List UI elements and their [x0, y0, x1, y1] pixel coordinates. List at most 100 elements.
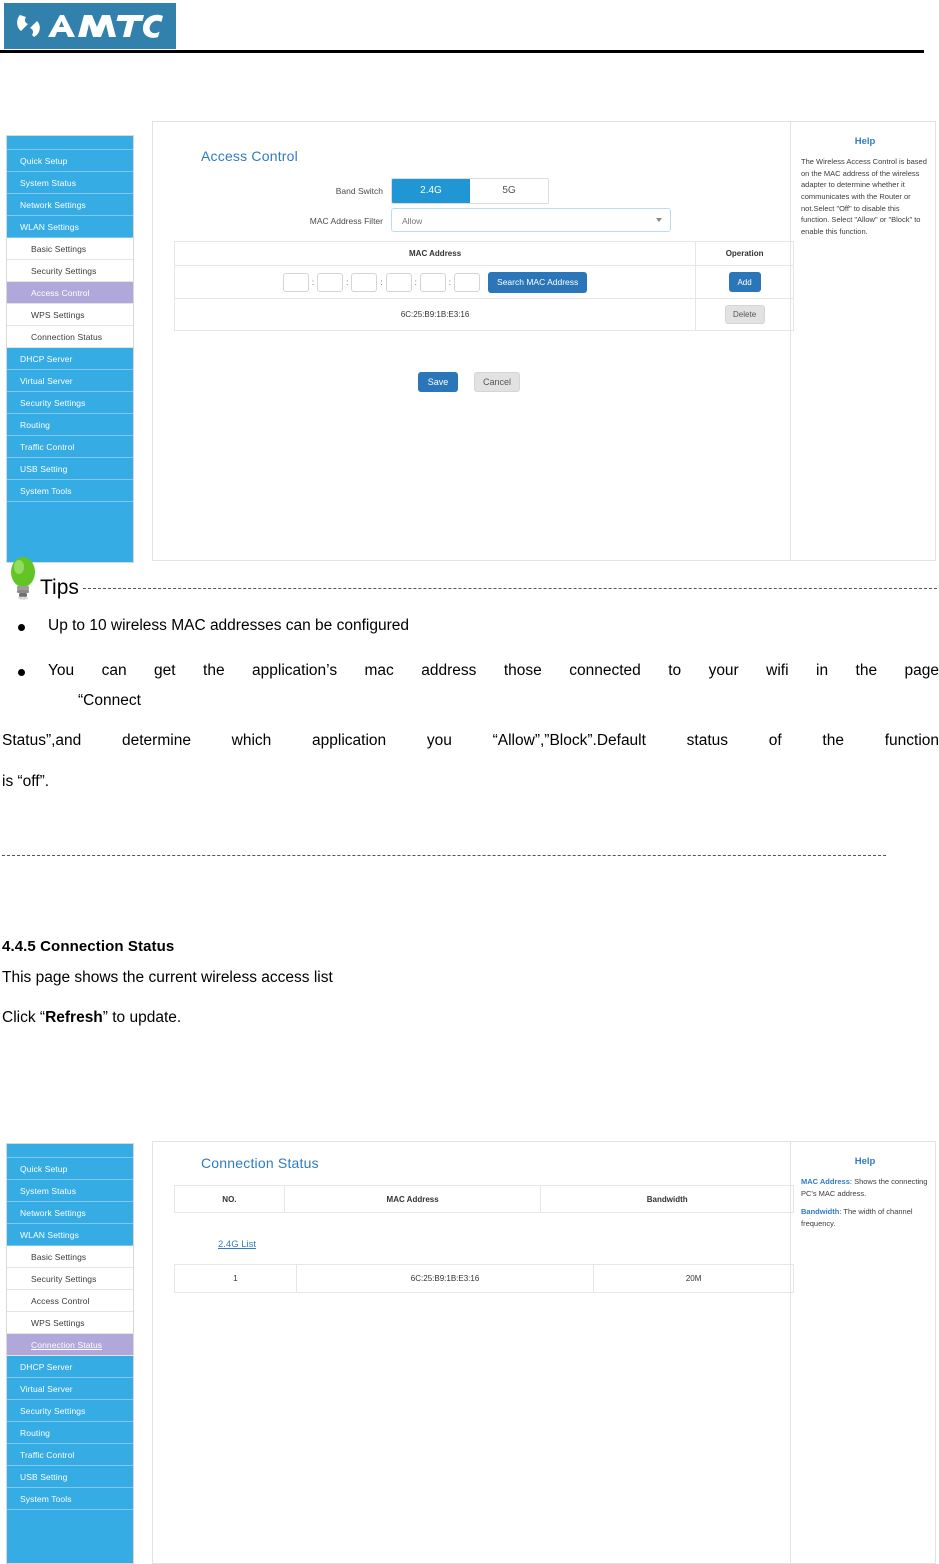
sidebar-item-connection-status[interactable]: Connection Status: [7, 326, 133, 348]
delete-button[interactable]: Delete: [724, 305, 765, 324]
sidebar-item-security-settings[interactable]: Security Settings: [7, 392, 133, 414]
mac-filter-value: Allow: [402, 216, 423, 226]
sidebar-item-network-settings[interactable]: Network Settings: [7, 194, 133, 216]
sidebar-top-spacer: [7, 1144, 133, 1158]
section-refresh-note: Click “Refresh” to update.: [2, 1009, 902, 1027]
mac-separator: :: [414, 277, 417, 287]
mac-octet-6[interactable]: [454, 272, 481, 292]
sidebar-item-quick-setup[interactable]: Quick Setup: [7, 1158, 133, 1180]
tips-paragraph: is “off”.: [2, 772, 50, 790]
sidebar-item-system-status[interactable]: System Status: [7, 1180, 133, 1202]
save-button[interactable]: Save: [418, 372, 458, 392]
sidebar-item-connection-status[interactable]: Connection Status: [7, 1334, 133, 1356]
mac-octet-3[interactable]: [351, 272, 378, 292]
sidebar-item-quick-setup[interactable]: Quick Setup: [7, 150, 133, 172]
sidebar-item-traffic-control[interactable]: Traffic Control: [7, 436, 133, 458]
page-title: Access Control: [201, 148, 298, 164]
sidebar-item-system-tools[interactable]: System Tools: [7, 480, 133, 502]
list-item: You can get the application’s mac addres…: [0, 662, 939, 681]
band-switch-label: Band Switch: [335, 186, 383, 196]
mac-separator: :: [380, 277, 383, 287]
sidebar-item-routing[interactable]: Routing: [7, 1422, 133, 1444]
form-actions: Save Cancel: [418, 372, 520, 392]
col-header-no: NO.: [175, 1186, 285, 1212]
tips-divider-top: [82, 588, 937, 589]
help-body: The Wireless Access Control is based on …: [801, 156, 929, 237]
tips-paragraph: Status”,and determine which application …: [2, 732, 939, 750]
section-445: 4.4.5 Connection Status This page shows …: [2, 938, 902, 1049]
col-header-operation: Operation: [725, 249, 764, 258]
row-mac-address: 6C:25:B9:1B:E3:16: [175, 299, 697, 330]
add-cell: Add: [696, 266, 793, 298]
refresh-keyword: Refresh: [45, 1009, 103, 1026]
sidebar-item-routing[interactable]: Routing: [7, 414, 133, 436]
sidebar-item-system-status[interactable]: System Status: [7, 172, 133, 194]
router-panel-connection-status: Connection Status NO. MAC Address Bandwi…: [152, 1141, 936, 1564]
sidebar-item-virtual-server[interactable]: Virtual Server: [7, 1378, 133, 1400]
mac-octet-1[interactable]: [282, 272, 309, 292]
sidebar-item-basic-settings[interactable]: Basic Settings: [7, 238, 133, 260]
sidebar-item-wlan-settings[interactable]: WLAN Settings: [7, 216, 133, 238]
add-button[interactable]: Add: [728, 272, 761, 292]
sidebar-item-security-settings[interactable]: Security Settings: [7, 1400, 133, 1422]
sidebar-item-network-settings[interactable]: Network Settings: [7, 1202, 133, 1224]
cell-mac-address: 6C:25:B9:1B:E3:16: [297, 1265, 595, 1292]
sidebar-item-dhcp-server[interactable]: DHCP Server: [7, 348, 133, 370]
table-row: 1 6C:25:B9:1B:E3:16 20M: [175, 1265, 793, 1292]
mac-octet-group[interactable]: : : : : : Search MAC Address: [282, 271, 588, 293]
band-option-24g[interactable]: 2.4G: [392, 179, 470, 203]
band-option-5g[interactable]: 5G: [470, 179, 548, 203]
amtc-logo: [4, 3, 176, 49]
sidebar-item-access-control[interactable]: Access Control: [7, 1290, 133, 1312]
sidebar-item-usb-setting[interactable]: USB Setting: [7, 1466, 133, 1488]
help-paragraph: The Wireless Access Control is based on …: [801, 157, 927, 236]
cell-no: 1: [175, 1265, 297, 1292]
mac-filter-select[interactable]: Allow: [391, 208, 671, 232]
band-switch-toggle[interactable]: 2.4G 5G: [391, 178, 549, 204]
mac-separator: :: [311, 277, 315, 287]
sidebar-item-virtual-server[interactable]: Virtual Server: [7, 370, 133, 392]
sidebar-item-wps-settings[interactable]: WPS Settings: [7, 1312, 133, 1334]
mac-separator: :: [346, 277, 349, 287]
col-header-bandwidth: Bandwidth: [646, 1194, 688, 1204]
help-panel-connection-status: Help MAC Address: Shows the connecting P…: [790, 1142, 935, 1563]
mac-input-row: : : : : : Search MAC Address Add: [175, 266, 793, 299]
mac-octet-5[interactable]: [419, 272, 446, 292]
table-header-row: NO. MAC Address Bandwidth: [175, 1186, 793, 1212]
sidebar-item-access-control[interactable]: Access Control: [7, 282, 133, 304]
sidebar-item-wps-settings[interactable]: WPS Settings: [7, 304, 133, 326]
sidebar-nav-access-control[interactable]: Quick Setup System Status Network Settings…: [6, 135, 134, 563]
col-header-mac-address: MAC Address: [175, 242, 697, 265]
connection-status-header-table: NO. MAC Address Bandwidth: [174, 1185, 794, 1213]
band-list-link-24g[interactable]: 2.4G List: [218, 1239, 256, 1250]
sidebar-item-security-settings[interactable]: Security Settings: [7, 260, 133, 282]
mac-separator: :: [448, 277, 452, 287]
router-panel-access-control: Access Control Band Switch 2.4G 5G MAC A…: [152, 121, 936, 561]
help-key: Bandwidth: [801, 1207, 840, 1217]
mac-access-table: MAC Address Operation : : : : : Search M…: [174, 241, 794, 331]
search-mac-address-button[interactable]: Search MAC Address: [488, 271, 588, 293]
table-header-row: MAC Address Operation: [175, 242, 793, 266]
help-key: MAC Address: [801, 1177, 850, 1186]
sidebar-item-traffic-control[interactable]: Traffic Control: [7, 1444, 133, 1466]
sidebar-item-basic-settings[interactable]: Basic Settings: [7, 1246, 133, 1268]
sidebar-nav-connection-status[interactable]: Quick Setup System Status Network Settings…: [6, 1143, 134, 1564]
help-title: Help: [854, 1156, 876, 1167]
sidebar-item-wlan-settings[interactable]: WLAN Settings: [7, 1224, 133, 1246]
tips-list: Up to 10 wireless MAC addresses can be c…: [0, 617, 939, 680]
mac-octet-2[interactable]: [317, 272, 344, 292]
cancel-button[interactable]: Cancel: [474, 372, 520, 392]
mac-input-cell: : : : : : Search MAC Address: [175, 266, 697, 298]
mac-filter-label: MAC Address Filter: [309, 216, 383, 226]
page-title: Connection Status: [201, 1155, 319, 1171]
tips-bullet-continuation: “Connect: [78, 692, 141, 710]
header-divider: [0, 50, 924, 53]
tips-block: Tips Up to 10 wireless MAC addresses can…: [0, 555, 939, 856]
mac-octet-4[interactable]: [385, 272, 412, 292]
tips-header: Tips: [0, 555, 939, 601]
sidebar-item-system-tools[interactable]: System Tools: [7, 1488, 133, 1510]
sidebar-item-dhcp-server[interactable]: DHCP Server: [7, 1356, 133, 1378]
sidebar-item-usb-setting[interactable]: USB Setting: [7, 458, 133, 480]
sidebar-item-security-settings[interactable]: Security Settings: [7, 1268, 133, 1290]
help-body: MAC Address: Shows the connecting PC's M…: [801, 1176, 929, 1230]
